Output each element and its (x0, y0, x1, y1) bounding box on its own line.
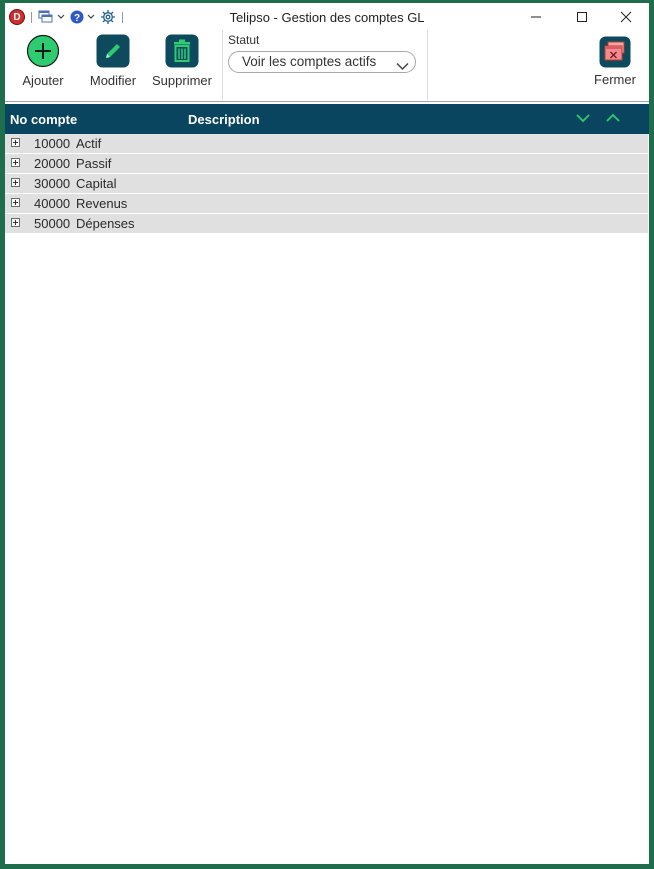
ribbon-toolbar: Ajouter Modifier Supprimer Statut Voir l… (5, 30, 649, 102)
ribbon-separator (427, 30, 428, 100)
add-button-label: Ajouter (22, 73, 64, 88)
trash-icon (165, 34, 199, 68)
edit-button-label: Modifier (89, 73, 137, 88)
delete-button-label: Supprimer (152, 73, 212, 88)
account-number: 20000 (34, 156, 71, 171)
tree-empty-area[interactable] (5, 236, 649, 864)
account-description: Actif (76, 136, 102, 151)
account-number: 30000 (34, 176, 71, 191)
table-row[interactable]: 50000 Dépenses (5, 214, 648, 233)
status-select[interactable]: Voir les comptes actifs (228, 51, 416, 73)
collapse-all-icon[interactable] (605, 112, 621, 127)
account-description: Passif (76, 156, 112, 171)
app-window: D ? Telipso - Gestion des comptes GL Ajo… (5, 3, 649, 864)
title-bar: D ? Telipso - Gestion des comptes GL (5, 3, 649, 30)
minimize-icon (531, 16, 541, 17)
pencil-icon (96, 34, 130, 68)
maximize-icon (577, 11, 587, 22)
edit-button[interactable]: Modifier (85, 34, 141, 94)
account-description: Dépenses (76, 216, 135, 231)
account-number: 10000 (34, 136, 71, 151)
table-row[interactable]: 40000 Revenus (5, 194, 648, 213)
delete-button[interactable]: Supprimer (149, 34, 215, 94)
ribbon-divider (5, 101, 649, 102)
account-number: 40000 (34, 196, 71, 211)
close-form-button[interactable]: Fermer (590, 36, 640, 96)
expand-plus-icon[interactable] (11, 198, 20, 207)
minimize-button[interactable] (513, 3, 559, 30)
expand-plus-icon[interactable] (11, 218, 20, 227)
account-tree: 10000 Actif 20000 Passif 30000 Capital 4… (5, 134, 649, 234)
status-label: Statut (228, 33, 260, 47)
account-description: Capital (76, 176, 117, 191)
account-number: 50000 (34, 216, 71, 231)
table-row[interactable]: 30000 Capital (5, 174, 648, 193)
table-row[interactable]: 20000 Passif (5, 154, 648, 173)
add-button[interactable]: Ajouter (18, 34, 68, 94)
exit-icon (599, 36, 631, 68)
expand-plus-icon[interactable] (11, 178, 20, 187)
expand-plus-icon[interactable] (11, 158, 20, 167)
close-window-button[interactable] (603, 3, 649, 30)
chevron-down-icon (396, 57, 409, 77)
expand-all-icon[interactable] (575, 112, 591, 127)
column-header-account[interactable]: No compte (10, 112, 77, 127)
status-select-value: Voir les comptes actifs (242, 54, 377, 69)
close-icon (620, 11, 632, 22)
maximize-button[interactable] (559, 3, 605, 30)
ribbon-separator (222, 30, 223, 100)
table-header: No compte Description (5, 104, 649, 134)
add-circle-icon (26, 34, 60, 68)
close-form-label: Fermer (594, 72, 636, 87)
expand-plus-icon[interactable] (11, 138, 20, 147)
column-header-description[interactable]: Description (188, 112, 260, 127)
table-row[interactable]: 10000 Actif (5, 134, 648, 153)
account-description: Revenus (76, 196, 128, 211)
